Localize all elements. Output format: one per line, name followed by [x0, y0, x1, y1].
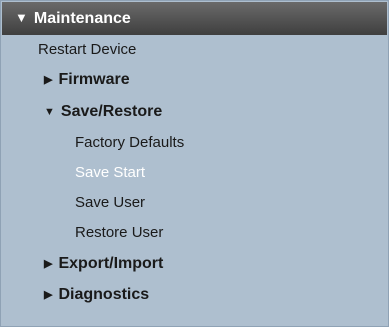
- menu-item-label: Firmware: [58, 71, 130, 88]
- menu-item-label: Save Start: [75, 164, 146, 181]
- submenu-item-factory-defaults[interactable]: Factory Defaults: [75, 134, 184, 151]
- submenu-item-save-start[interactable]: Save Start: [75, 164, 145, 181]
- menu-item-label: Export/Import: [58, 255, 164, 272]
- submenu-item-restore-user[interactable]: Restore User: [75, 224, 163, 241]
- menu-item-save-restore[interactable]: ▼ Save/Restore: [44, 103, 162, 121]
- triangle-right-icon: ▶: [44, 258, 53, 270]
- menu-item-label: Save/Restore: [60, 103, 163, 120]
- menu-item-export-import[interactable]: ▶ Export/Import: [44, 255, 163, 273]
- triangle-right-icon: ▶: [44, 74, 53, 86]
- triangle-right-icon: ▶: [44, 289, 53, 301]
- maintenance-header[interactable]: ▼ Maintenance: [2, 2, 387, 35]
- triangle-down-icon: ▼: [15, 10, 28, 25]
- menu-item-label: Save User: [75, 194, 146, 211]
- menu-item-diagnostics[interactable]: ▶ Diagnostics: [44, 286, 149, 304]
- menu-item-label: Factory Defaults: [75, 134, 185, 151]
- submenu-item-save-user[interactable]: Save User: [75, 194, 145, 211]
- menu-item-firmware[interactable]: ▶ Firmware: [44, 71, 130, 89]
- menu-item-restart-device[interactable]: Restart Device: [38, 41, 136, 58]
- menu-item-label: Restore User: [75, 224, 164, 241]
- menu-item-label: Diagnostics: [58, 286, 150, 303]
- menu-item-label: Restart Device: [38, 41, 137, 58]
- maintenance-menu-panel: ▼ Maintenance Restart Device ▶ Firmware ▼…: [0, 0, 389, 327]
- triangle-down-icon: ▼: [44, 106, 55, 118]
- maintenance-header-label: Maintenance: [33, 9, 131, 27]
